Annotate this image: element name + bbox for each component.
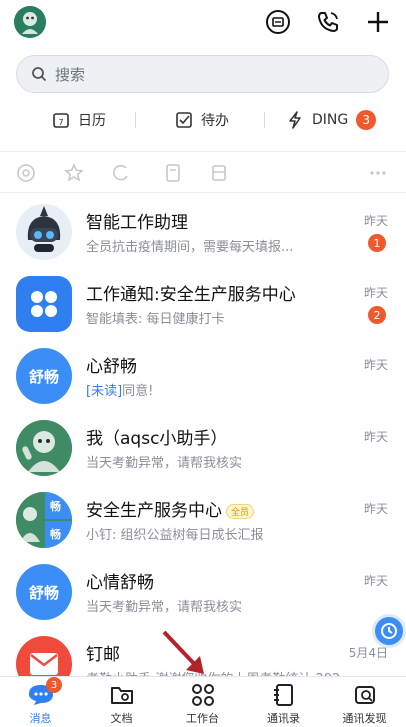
ding-button[interactable]: DING 3 bbox=[286, 102, 377, 138]
tab-label: 通讯录 bbox=[267, 712, 300, 725]
work-notice-avatar bbox=[16, 276, 72, 332]
clock-icon bbox=[381, 623, 397, 639]
chat-preview: [未读]同意! bbox=[86, 380, 356, 399]
chat-time: 昨天 bbox=[363, 502, 388, 516]
chat-item-safety-center-group[interactable]: 畅 畅 安全生产服务中心 全员 小钉: 组织公益树每日成长汇报 昨天 bbox=[0, 486, 406, 558]
tab-docs[interactable]: 文档 bbox=[81, 677, 162, 727]
messages-badge: 3 bbox=[46, 677, 62, 693]
calendar-icon: 7 bbox=[53, 113, 69, 128]
all-members-tag: 全员 bbox=[226, 503, 255, 519]
chat-list: 智能工作助理 全员抗击疫情期间，需要每天填报... 昨天 1 工作通知:安全生产… bbox=[0, 198, 406, 702]
group-avatar-text: 畅 bbox=[50, 528, 61, 541]
star-icon[interactable] bbox=[64, 163, 84, 183]
search-icon bbox=[32, 67, 47, 82]
add-icon[interactable] bbox=[364, 8, 392, 36]
chat-preview: 全员抗击疫情期间，需要每天填报... bbox=[86, 240, 294, 255]
chat-time: 昨天 bbox=[363, 430, 388, 444]
chat-title: 安全生产服务中心 全员 bbox=[86, 496, 255, 521]
todo-button[interactable]: 待办 bbox=[175, 102, 229, 138]
text-avatar: 舒畅 bbox=[16, 564, 72, 620]
at-icon[interactable] bbox=[16, 163, 36, 183]
chat-title: 智能工作助理 bbox=[86, 213, 188, 233]
unread-tag: [未读] bbox=[86, 384, 123, 399]
scan-contact-icon[interactable] bbox=[264, 8, 292, 36]
chat-item-xinshuchang[interactable]: 舒畅 心舒畅 [未读]同意! 昨天 bbox=[0, 342, 406, 414]
chat-preview: 当天考勤异常，请帮我核实 bbox=[86, 600, 243, 615]
archive-icon[interactable] bbox=[209, 163, 229, 183]
bottom-tab-bar: 3 消息 文档 工作台 通讯录 通讯发现 bbox=[0, 676, 406, 727]
robot-green-avatar bbox=[16, 420, 72, 476]
top-bar bbox=[0, 0, 406, 44]
group-avatar-text: 畅 bbox=[50, 500, 61, 513]
tab-label: 消息 bbox=[29, 712, 52, 725]
tab-contacts[interactable]: 通讯录 bbox=[243, 677, 324, 727]
search-bar[interactable]: 搜索 bbox=[16, 55, 389, 93]
chat-title: 心舒畅 bbox=[86, 357, 137, 377]
tab-label: 工作台 bbox=[186, 712, 219, 725]
document-icon[interactable] bbox=[163, 163, 183, 183]
ding-label: DING bbox=[312, 112, 349, 128]
chat-item-work-notice[interactable]: 工作通知:安全生产服务中心 智能填表: 每日健康打卡 昨天 2 bbox=[0, 270, 406, 342]
tab-workbench[interactable]: 工作台 bbox=[162, 677, 243, 727]
divider bbox=[264, 112, 265, 128]
chat-item-smart-assistant[interactable]: 智能工作助理 全员抗击疫情期间，需要每天填报... 昨天 1 bbox=[0, 198, 406, 270]
chat-item-xinqing-shuchang[interactable]: 舒畅 心情舒畅 当天考勤异常，请帮我核实 昨天 bbox=[0, 558, 406, 630]
more-icon[interactable] bbox=[368, 163, 388, 183]
tab-label: 通讯发现 bbox=[342, 712, 387, 725]
chat-time: 昨天 bbox=[363, 214, 388, 228]
folder-icon bbox=[109, 683, 135, 707]
chat-time: 昨天 bbox=[363, 358, 388, 372]
search-placeholder: 搜索 bbox=[55, 65, 86, 84]
chat-preview: 小钉: 组织公益树每日成长汇报 bbox=[86, 528, 264, 543]
annotation-arrow bbox=[162, 630, 204, 674]
chat-preview-text: 同意! bbox=[122, 384, 154, 399]
chat-preview: 智能填表: 每日健康打卡 bbox=[86, 312, 225, 327]
unread-badge: 1 bbox=[368, 234, 386, 252]
checkbox-icon bbox=[176, 112, 192, 128]
group-avatar: 畅 畅 bbox=[16, 492, 72, 548]
quick-actions: 7 日历 待办 DING 3 bbox=[0, 102, 406, 138]
discover-icon bbox=[352, 683, 378, 707]
text-avatar: 舒畅 bbox=[16, 348, 72, 404]
todo-label: 待办 bbox=[201, 113, 229, 129]
floating-assistant-button[interactable] bbox=[372, 614, 406, 648]
ding-badge: 3 bbox=[356, 110, 377, 130]
grid-icon bbox=[190, 683, 216, 707]
contacts-icon bbox=[271, 683, 297, 707]
user-avatar[interactable] bbox=[14, 6, 46, 38]
robot-avatar bbox=[16, 204, 72, 260]
chat-item-self-assistant[interactable]: 我（aqsc小助手） 当天考勤异常，请帮我核实 昨天 bbox=[0, 414, 406, 486]
chat-title: 心情舒畅 bbox=[86, 573, 154, 593]
tab-discover[interactable]: 通讯发现 bbox=[324, 677, 405, 727]
chat-title-text: 安全生产服务中心 bbox=[86, 501, 222, 521]
chat-title: 工作通知:安全生产服务中心 bbox=[86, 285, 296, 305]
chat-title: 我（aqsc小助手） bbox=[86, 429, 228, 449]
unread-badge: 2 bbox=[368, 306, 386, 324]
phone-icon[interactable] bbox=[314, 8, 342, 36]
divider bbox=[135, 112, 136, 128]
chat-title: 钉邮 bbox=[86, 645, 120, 665]
chat-time: 昨天 bbox=[363, 286, 388, 300]
chat-preview: 当天考勤异常，请帮我核实 bbox=[86, 456, 243, 471]
svg-text:7: 7 bbox=[58, 118, 63, 127]
chat-time: 昨天 bbox=[363, 574, 388, 588]
filter-bar bbox=[0, 151, 406, 193]
tab-label: 文档 bbox=[110, 712, 133, 725]
calendar-button[interactable]: 7 日历 bbox=[52, 102, 106, 138]
tab-messages[interactable]: 3 消息 bbox=[0, 677, 81, 727]
lightning-icon bbox=[289, 111, 301, 129]
calendar-label: 日历 bbox=[78, 113, 106, 129]
clock-icon[interactable] bbox=[111, 163, 131, 183]
